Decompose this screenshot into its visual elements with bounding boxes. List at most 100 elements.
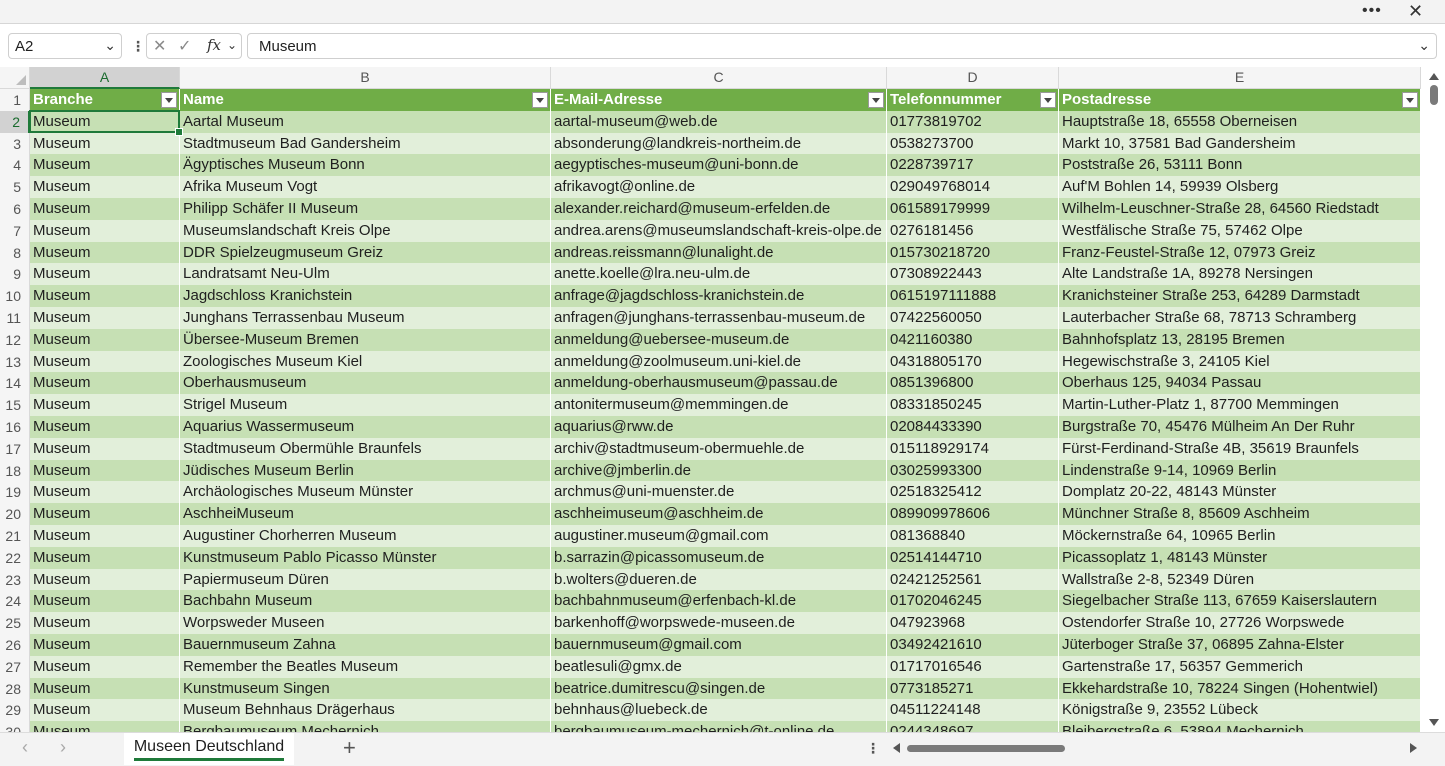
- table-cell[interactable]: Möckernstraße 64, 10965 Berlin: [1059, 525, 1421, 547]
- table-cell[interactable]: Museum: [30, 176, 180, 198]
- table-cell[interactable]: Oberhausmuseum: [180, 372, 551, 394]
- table-cell[interactable]: Junghans Terrassenbau Museum: [180, 307, 551, 329]
- table-cell[interactable]: Kranichsteiner Straße 253, 64289 Darmsta…: [1059, 285, 1421, 307]
- header-cell[interactable]: Branche: [30, 89, 180, 111]
- table-cell[interactable]: Philipp Schäfer II Museum: [180, 198, 551, 220]
- insert-function-icon[interactable]: fx: [207, 36, 221, 54]
- table-cell[interactable]: Archäologisches Museum Münster: [180, 481, 551, 503]
- table-cell[interactable]: Remember the Beatles Museum: [180, 656, 551, 678]
- table-cell[interactable]: andreas.reissmann@lunalight.de: [551, 242, 887, 264]
- table-cell[interactable]: anmeldung@zoolmuseum.uni-kiel.de: [551, 351, 887, 373]
- table-cell[interactable]: b.wolters@dueren.de: [551, 569, 887, 591]
- table-cell[interactable]: aquarius@rww.de: [551, 416, 887, 438]
- table-cell[interactable]: 07422560050: [887, 307, 1059, 329]
- row-header[interactable]: 29: [0, 699, 30, 721]
- table-cell[interactable]: anmeldung@uebersee-museum.de: [551, 329, 887, 351]
- table-cell[interactable]: Jüdisches Museum Berlin: [180, 460, 551, 482]
- sheet-tab-museen-deutschland[interactable]: Museen Deutschland: [124, 733, 294, 765]
- table-cell[interactable]: 029049768014: [887, 176, 1059, 198]
- scroll-left-icon[interactable]: [893, 743, 900, 753]
- scroll-up-icon[interactable]: [1429, 73, 1439, 80]
- table-cell[interactable]: Wallstraße 2-8, 52349 Düren: [1059, 569, 1421, 591]
- row-header[interactable]: 6: [0, 198, 30, 220]
- table-cell[interactable]: Museum: [30, 154, 180, 176]
- table-cell[interactable]: Museum: [30, 351, 180, 373]
- name-box[interactable]: A2 ⌄: [8, 33, 122, 59]
- filter-dropdown-icon[interactable]: [868, 92, 884, 108]
- table-cell[interactable]: Bauernmuseum Zahna: [180, 634, 551, 656]
- formula-bar-handle-icon[interactable]: ⋮: [131, 38, 145, 55]
- row-header[interactable]: 5: [0, 176, 30, 198]
- row-header[interactable]: 8: [0, 242, 30, 264]
- row-header[interactable]: 4: [0, 154, 30, 176]
- row-header[interactable]: 11: [0, 307, 30, 329]
- table-cell[interactable]: Museum Behnhaus Drägerhaus: [180, 699, 551, 721]
- row-header[interactable]: 23: [0, 569, 30, 591]
- table-cell[interactable]: Bachbahn Museum: [180, 590, 551, 612]
- table-cell[interactable]: 0851396800: [887, 372, 1059, 394]
- table-cell[interactable]: aegyptisches-museum@uni-bonn.de: [551, 154, 887, 176]
- table-cell[interactable]: archive@jmberlin.de: [551, 460, 887, 482]
- table-cell[interactable]: Fürst-Ferdinand-Straße 4B, 35619 Braunfe…: [1059, 438, 1421, 460]
- horizontal-scroll-thumb[interactable]: [907, 745, 1065, 752]
- table-cell[interactable]: Museum: [30, 503, 180, 525]
- table-cell[interactable]: beatrice.dumitrescu@singen.de: [551, 678, 887, 700]
- table-cell[interactable]: anmeldung-oberhausmuseum@passau.de: [551, 372, 887, 394]
- table-cell[interactable]: Aquarius Wassermuseum: [180, 416, 551, 438]
- expand-formula-icon[interactable]: ⌄: [1418, 37, 1430, 54]
- table-cell[interactable]: anfragen@junghans-terrassenbau-museum.de: [551, 307, 887, 329]
- table-cell[interactable]: archmus@uni-muenster.de: [551, 481, 887, 503]
- row-header[interactable]: 20: [0, 503, 30, 525]
- table-cell[interactable]: beatlesuli@gmx.de: [551, 656, 887, 678]
- table-cell[interactable]: augustiner.museum@gmail.com: [551, 525, 887, 547]
- table-cell[interactable]: Poststraße 26, 53111 Bonn: [1059, 154, 1421, 176]
- close-icon[interactable]: ✕: [1408, 1, 1423, 22]
- row-header[interactable]: 17: [0, 438, 30, 460]
- table-cell[interactable]: Königstraße 9, 23552 Lübeck: [1059, 699, 1421, 721]
- row-header[interactable]: 27: [0, 656, 30, 678]
- row-header[interactable]: 1: [0, 89, 30, 111]
- table-cell[interactable]: Museum: [30, 699, 180, 721]
- table-cell[interactable]: Martin-Luther-Platz 1, 87700 Memmingen: [1059, 394, 1421, 416]
- table-cell[interactable]: behnhaus@luebeck.de: [551, 699, 887, 721]
- previous-sheet-icon[interactable]: ‹: [22, 737, 28, 758]
- row-header[interactable]: 13: [0, 351, 30, 373]
- table-cell[interactable]: Münchner Straße 8, 85609 Aschheim: [1059, 503, 1421, 525]
- row-header[interactable]: 21: [0, 525, 30, 547]
- table-cell[interactable]: Afrika Museum Vogt: [180, 176, 551, 198]
- table-cell[interactable]: afrikavogt@online.de: [551, 176, 887, 198]
- chevron-down-icon[interactable]: ⌄: [227, 38, 237, 52]
- table-cell[interactable]: andrea.arens@museumslandschaft-kreis-olp…: [551, 220, 887, 242]
- plus-icon[interactable]: +: [343, 735, 356, 761]
- table-cell[interactable]: antonitermuseum@memmingen.de: [551, 394, 887, 416]
- table-cell[interactable]: Museum: [30, 372, 180, 394]
- table-cell[interactable]: 061589179999: [887, 198, 1059, 220]
- table-cell[interactable]: alexander.reichard@museum-erfelden.de: [551, 198, 887, 220]
- table-cell[interactable]: 0276181456: [887, 220, 1059, 242]
- table-cell[interactable]: Franz-Feustel-Straße 12, 07973 Greiz: [1059, 242, 1421, 264]
- filter-dropdown-icon[interactable]: [532, 92, 548, 108]
- table-cell[interactable]: Museum: [30, 481, 180, 503]
- table-cell[interactable]: Zoologisches Museum Kiel: [180, 351, 551, 373]
- table-cell[interactable]: Alte Landstraße 1A, 89278 Nersingen: [1059, 263, 1421, 285]
- row-header[interactable]: 22: [0, 547, 30, 569]
- table-cell[interactable]: 02518325412: [887, 481, 1059, 503]
- table-cell[interactable]: Übersee-Museum Bremen: [180, 329, 551, 351]
- table-cell[interactable]: 03492421610: [887, 634, 1059, 656]
- table-cell[interactable]: Museum: [30, 133, 180, 155]
- table-cell[interactable]: Museumslandschaft Kreis Olpe: [180, 220, 551, 242]
- header-cell[interactable]: E-Mail-Adresse: [551, 89, 887, 111]
- row-header[interactable]: 24: [0, 590, 30, 612]
- table-cell[interactable]: Gartenstraße 17, 56357 Gemmerich: [1059, 656, 1421, 678]
- table-cell[interactable]: Ostendorfer Straße 10, 27726 Worpswede: [1059, 612, 1421, 634]
- row-header[interactable]: 7: [0, 220, 30, 242]
- table-cell[interactable]: aschheimuseum@aschheim.de: [551, 503, 887, 525]
- table-cell[interactable]: Auf'M Bohlen 14, 59939 Olsberg: [1059, 176, 1421, 198]
- row-header[interactable]: 9: [0, 263, 30, 285]
- check-icon[interactable]: ✓: [178, 36, 191, 56]
- table-cell[interactable]: Oberhaus 125, 94034 Passau: [1059, 372, 1421, 394]
- table-cell[interactable]: Museum: [30, 416, 180, 438]
- table-cell[interactable]: Museum: [30, 525, 180, 547]
- table-cell[interactable]: Lindenstraße 9-14, 10969 Berlin: [1059, 460, 1421, 482]
- row-header[interactable]: 14: [0, 372, 30, 394]
